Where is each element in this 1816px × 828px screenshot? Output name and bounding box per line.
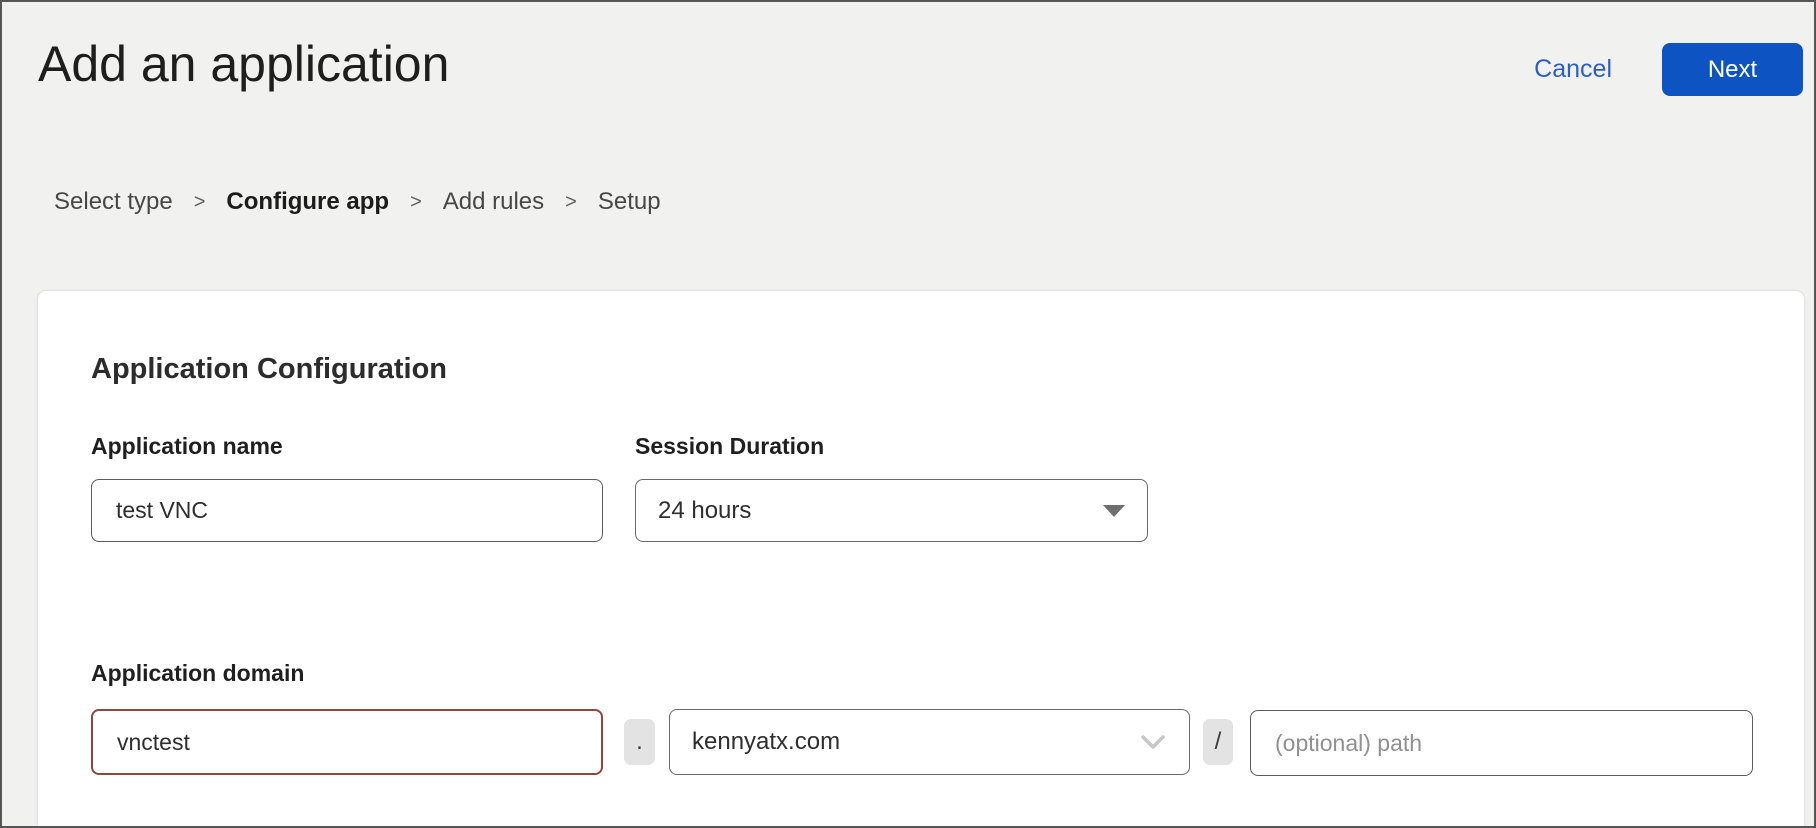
path-input[interactable] <box>1250 710 1753 776</box>
breadcrumb-step-configure-app: Configure app <box>226 188 389 216</box>
session-duration-value: 24 hours <box>658 497 751 525</box>
application-domain-label: Application domain <box>91 660 304 687</box>
breadcrumb-separator-icon: > <box>565 191 577 214</box>
domain-select-value: kennyatx.com <box>692 728 840 756</box>
application-configuration-card: Application Configuration Application na… <box>37 290 1805 826</box>
breadcrumb: Select type > Configure app > Add rules … <box>54 188 661 216</box>
chevron-down-icon <box>1103 505 1125 517</box>
dot-separator: . <box>624 719 655 765</box>
domain-select[interactable]: kennyatx.com <box>669 709 1190 775</box>
breadcrumb-step-setup: Setup <box>598 188 661 216</box>
page-title: Add an application <box>38 38 449 91</box>
session-duration-label: Session Duration <box>635 433 824 460</box>
session-duration-select[interactable]: 24 hours <box>635 479 1148 542</box>
breadcrumb-step-select-type: Select type <box>54 188 173 216</box>
subdomain-input[interactable] <box>91 709 603 775</box>
breadcrumb-separator-icon: > <box>194 191 206 214</box>
application-name-label: Application name <box>91 433 283 460</box>
section-title: Application Configuration <box>91 353 447 386</box>
chevron-down-icon <box>1139 733 1167 751</box>
application-name-input[interactable] <box>91 479 603 542</box>
header-actions: Cancel Next <box>1534 43 1803 96</box>
breadcrumb-step-add-rules: Add rules <box>443 188 544 216</box>
next-button[interactable]: Next <box>1662 43 1803 96</box>
add-application-page: Add an application Cancel Next Select ty… <box>0 0 1816 828</box>
slash-separator: / <box>1203 719 1233 765</box>
breadcrumb-separator-icon: > <box>410 191 422 214</box>
cancel-button[interactable]: Cancel <box>1534 55 1612 84</box>
